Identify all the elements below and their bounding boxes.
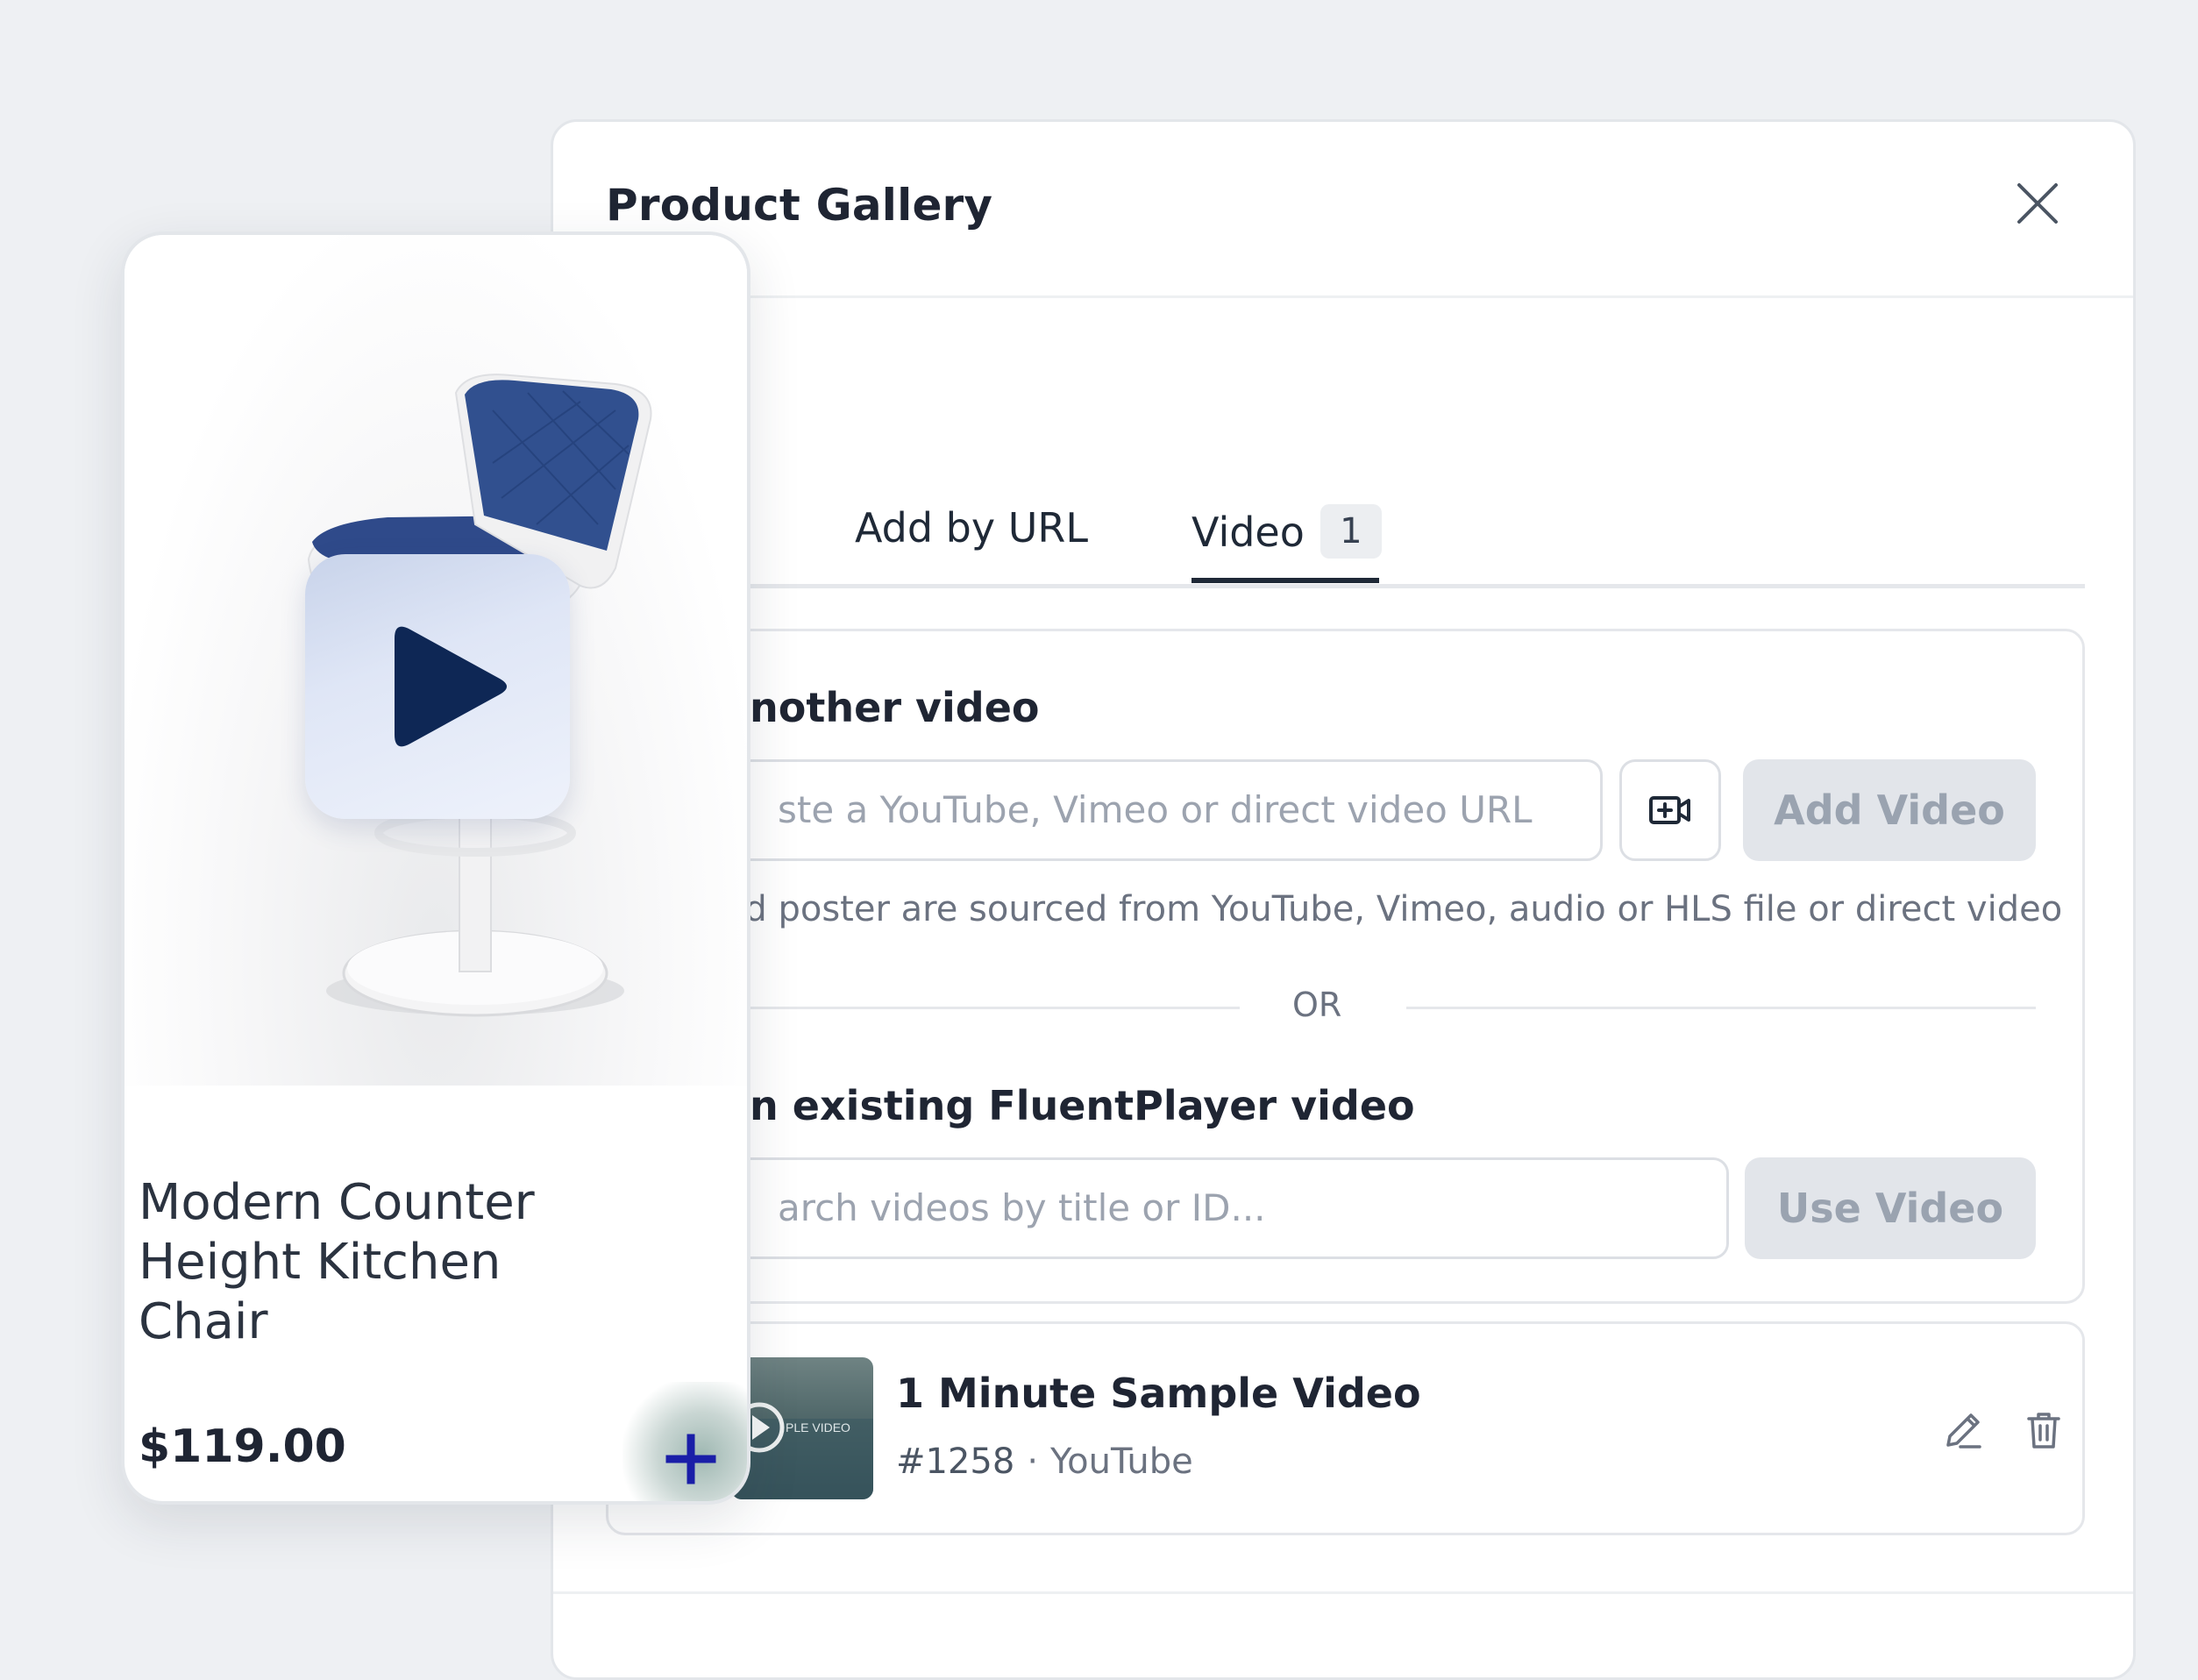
insert-video-button[interactable] (1619, 759, 1721, 861)
product-name-line: Height Kitchen (139, 1234, 501, 1291)
thumbnail-text: PLE VIDEO (786, 1420, 850, 1434)
add-to-cart-button[interactable] (622, 1382, 747, 1501)
product-image (124, 235, 747, 1086)
product-gallery-modal: Product Gallery Add by URL Video 1 anothe… (551, 119, 2136, 1680)
video-id: #1258 (896, 1442, 1015, 1482)
video-url-input[interactable]: ste a YouTube, Vimeo or direct video URL (722, 759, 1603, 861)
close-button[interactable] (2014, 180, 2061, 227)
divider-line (722, 1007, 1240, 1009)
video-plus-icon (1649, 796, 1690, 824)
existing-video-label: an existing FluentPlayer video (722, 1082, 1415, 1129)
thumbnail-play-icon: PLE VIDEO (731, 1402, 873, 1499)
or-text: OR (1292, 986, 1342, 1024)
product-card[interactable]: Modern Counter Height Kitchen Chair $119… (121, 231, 750, 1505)
tab-add-by-url[interactable]: Add by URL (855, 504, 1088, 552)
video-title: 1 Minute Sample Video (896, 1370, 1421, 1417)
product-price: $119.00 (139, 1420, 346, 1473)
play-icon (395, 626, 507, 747)
or-divider: OR (722, 986, 2036, 1029)
modal-title: Product Gallery (606, 180, 993, 231)
tab-label: Video (1191, 509, 1305, 556)
video-play-button[interactable] (305, 554, 570, 819)
footer-divider (553, 1591, 2133, 1594)
add-video-panel: another video ste a YouTube, Vimeo or di… (553, 629, 2085, 1304)
tab-bar: Add by URL Video 1 (553, 473, 2085, 588)
header-divider (553, 295, 2133, 298)
product-name-line: Modern Counter (139, 1174, 535, 1231)
edit-button[interactable] (1941, 1408, 1985, 1452)
close-icon (2017, 183, 2058, 224)
video-search-placeholder: arch videos by title or ID... (778, 1186, 1266, 1229)
video-thumbnail: PLE VIDEO (731, 1357, 873, 1499)
video-meta: #1258 · YouTube (896, 1442, 1193, 1482)
video-url-placeholder: ste a YouTube, Vimeo or direct video URL (778, 788, 1533, 831)
video-search-input[interactable]: arch videos by title or ID... (722, 1157, 1729, 1259)
product-name: Modern Counter Height Kitchen Chair (139, 1173, 630, 1352)
add-another-video-label: another video (722, 684, 1040, 731)
divider-line (1406, 1007, 2036, 1009)
help-text: nd poster are sourced from YouTube, Vime… (722, 889, 2063, 929)
delete-button[interactable] (2022, 1408, 2066, 1452)
pencil-icon (1946, 1413, 1981, 1449)
video-list-item[interactable]: PLE VIDEO 1 Minute Sample Video #1258 · Yo… (606, 1321, 2085, 1535)
add-video-button[interactable]: Add Video (1743, 759, 2036, 861)
trash-icon (2027, 1413, 2060, 1449)
meta-separator: · (1027, 1442, 1039, 1482)
plus-icon (665, 1434, 716, 1484)
use-video-button[interactable]: Use Video (1745, 1157, 2036, 1259)
tab-video[interactable]: Video 1 (1191, 504, 1382, 588)
product-name-line: Chair (139, 1293, 268, 1350)
active-tab-indicator (1191, 578, 1379, 583)
video-source: YouTube (1050, 1442, 1193, 1482)
tab-count-badge: 1 (1320, 504, 1382, 559)
tab-label: Add by URL (855, 504, 1088, 552)
